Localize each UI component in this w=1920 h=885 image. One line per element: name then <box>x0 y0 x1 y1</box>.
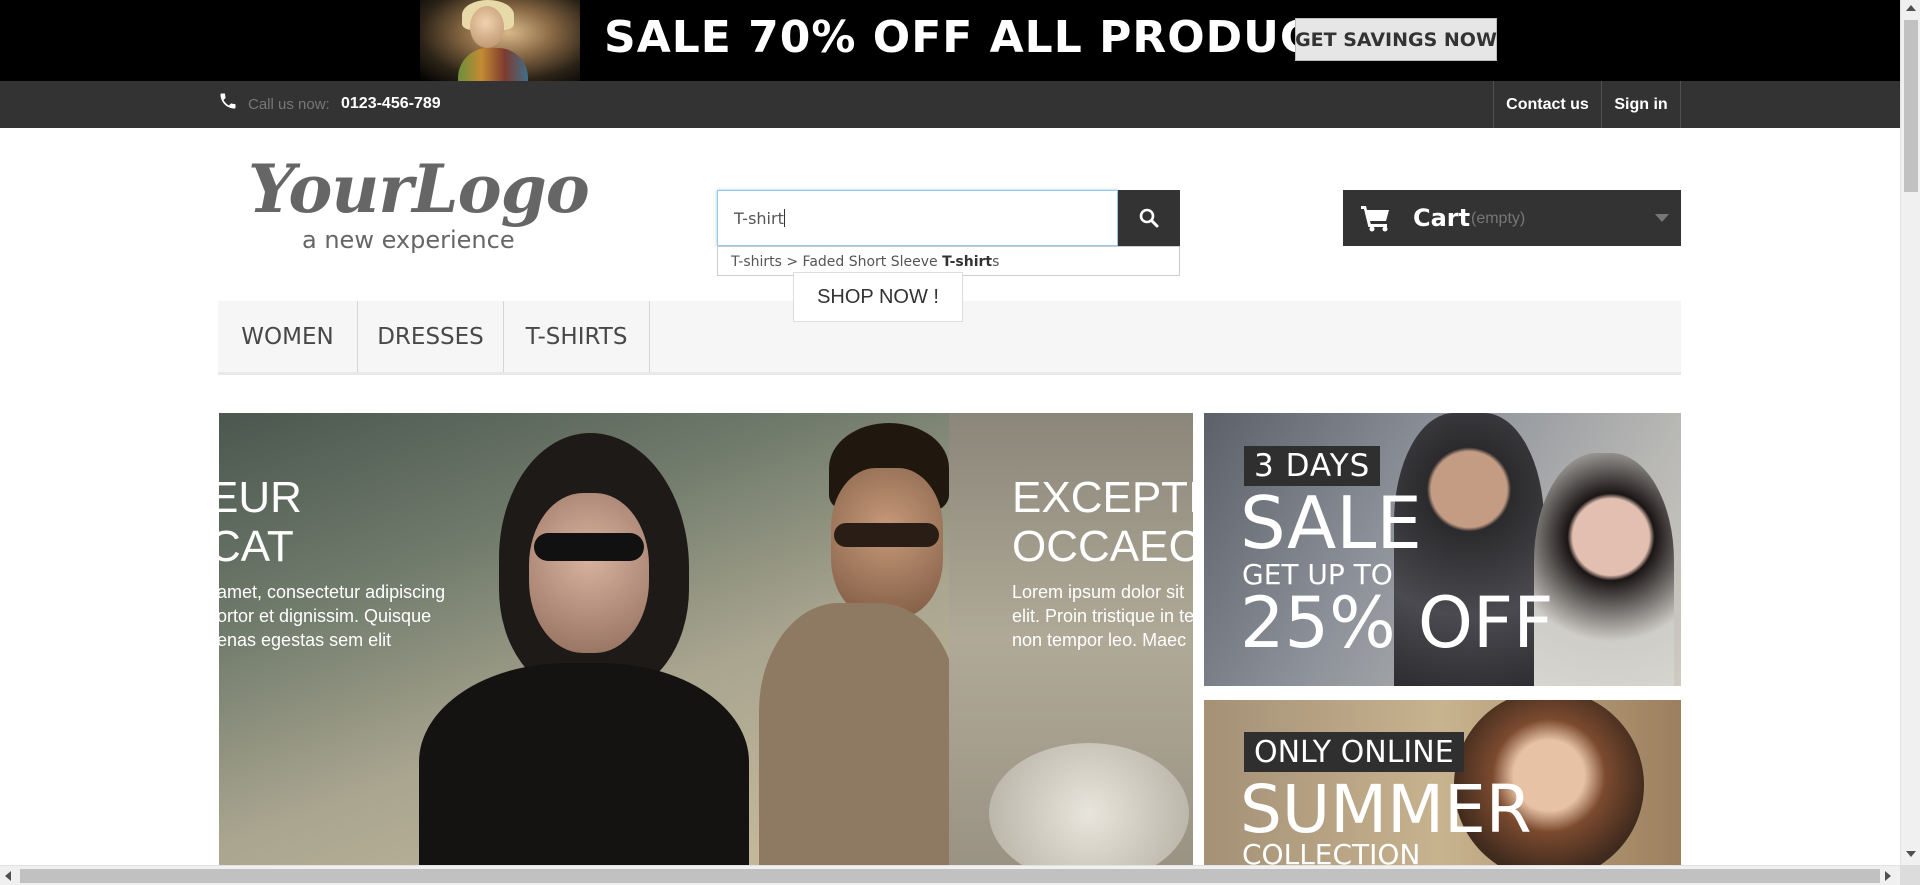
suggestion-suffix: s <box>992 254 1000 270</box>
banner-sale-heading: SALE <box>1240 481 1422 565</box>
call-us-label: Call us now: <box>248 96 330 113</box>
summer-banner[interactable]: ONLY ONLINE SUMMER COLLECTION <box>1204 700 1681 865</box>
shop-now-button[interactable]: SHOP NOW ! <box>793 272 963 322</box>
cart-label: Cart <box>1413 204 1471 232</box>
slide-a-text-line-1: amet, consectetur adipiscing <box>219 582 446 602</box>
slide-b-title-line-1: EXCEPTI <box>1012 473 1193 522</box>
slide-a-text: amet, consectetur adipiscing ortor et di… <box>219 580 445 652</box>
search-icon <box>1139 208 1159 228</box>
vertical-scroll-thumb[interactable] <box>1904 20 1918 192</box>
scroll-down-arrow-icon[interactable] <box>1906 851 1916 857</box>
chevron-down-icon <box>1655 214 1669 222</box>
slide-man-jacket <box>759 603 959 865</box>
menu-item-dresses[interactable]: Dresses <box>358 301 504 372</box>
sign-in-link[interactable]: Sign in <box>1601 81 1681 128</box>
slide-image-couple: EUR CAT amet, consectetur adipiscing ort… <box>219 413 959 865</box>
slide-a-text-line-2: ortor et dignissim. Quisque <box>219 606 432 626</box>
search-input[interactable]: T-shirt <box>717 190 1118 246</box>
slide-a-text-line-3: enas egestas sem elit <box>219 630 392 650</box>
slide-woman-sunglasses <box>534 533 644 561</box>
scroll-left-arrow-icon[interactable] <box>5 871 11 881</box>
logo-wordmark: YourLogo <box>248 150 590 228</box>
banner-days-tag: 3 DAYS <box>1244 446 1381 486</box>
phone-number: 0123-456-789 <box>341 95 441 112</box>
menu-item-women[interactable]: Women <box>218 301 358 372</box>
scroll-up-arrow-icon[interactable] <box>1906 5 1916 11</box>
suggestion-match: T-shirt <box>942 254 993 270</box>
site-logo[interactable]: YourLogo a new experience <box>248 150 608 260</box>
slide-woman-face <box>529 493 649 653</box>
horizontal-scrollbar[interactable] <box>0 865 1900 885</box>
slide-frosted-plant <box>989 743 1189 865</box>
slide-image-frost: EXCEPTI OCCAEC Lorem ipsum dolor sit eli… <box>949 413 1193 865</box>
cart-button[interactable]: Cart (empty) <box>1343 190 1681 246</box>
slide-man-sunglasses <box>834 523 939 547</box>
slide-a-title-line-1: EUR <box>219 473 302 522</box>
cart-icon <box>1361 206 1389 232</box>
slide-b-text: Lorem ipsum dolor sit elit. Proin tristi… <box>1012 580 1193 652</box>
contact-us-link[interactable]: Contact us <box>1493 81 1601 128</box>
slide-a-title-line-2: CAT <box>219 522 294 571</box>
menu-item-tshirts[interactable]: T-shirts <box>504 301 650 372</box>
sale-banner[interactable]: 3 DAYS SALE GET UP TO 25% OFF <box>1204 413 1681 686</box>
text-caret <box>783 209 785 227</box>
homepage-slider[interactable]: EUR CAT amet, consectetur adipiscing ort… <box>219 413 1193 865</box>
slide-b-title-line-2: OCCAEC <box>1012 522 1193 571</box>
scroll-right-arrow-icon[interactable] <box>1885 871 1891 881</box>
promo-model-face <box>470 6 504 48</box>
promo-title: SALE 70% OFF ALL PRODUCTS <box>604 12 1377 63</box>
search-button[interactable] <box>1118 190 1180 246</box>
slide-b-text-line-1: Lorem ipsum dolor sit <box>1012 582 1185 602</box>
banner-discount-amount: 25% OFF <box>1240 582 1554 664</box>
page: SALE 70% OFF ALL PRODUCTS GET SAVINGS NO… <box>0 0 1920 885</box>
banner-summer-heading: SUMMER <box>1240 771 1532 848</box>
slide-b-text-line-3: non tempor leo. Maec <box>1012 630 1187 650</box>
banner-collection-subheading: COLLECTION <box>1242 838 1421 865</box>
suggestion-prefix: T-shirts > Faded Short Sleeve <box>731 254 943 270</box>
banner-woman-image <box>1534 453 1674 686</box>
slide-b-title: EXCEPTI OCCAEC <box>1012 473 1193 571</box>
top-nav-bar: Call us now: 0123-456-789 Contact us Sig… <box>0 81 1900 128</box>
phone-icon <box>220 93 236 109</box>
promo-banner[interactable]: SALE 70% OFF ALL PRODUCTS GET SAVINGS NO… <box>0 0 1900 81</box>
slide-b-text-line-2: elit. Proin tristique in te <box>1012 606 1193 626</box>
get-savings-button[interactable]: GET SAVINGS NOW <box>1295 18 1497 61</box>
cart-status: (empty) <box>1471 210 1526 227</box>
scrollbar-corner <box>1900 865 1920 885</box>
vertical-scrollbar[interactable] <box>1900 0 1920 865</box>
banner-online-tag: ONLY ONLINE <box>1244 732 1464 772</box>
search-input-value: T-shirt <box>734 209 785 228</box>
horizontal-scroll-thumb[interactable] <box>20 869 1880 883</box>
slide-a-title: EUR CAT <box>219 473 302 571</box>
slide-woman-jacket <box>419 663 749 865</box>
logo-tagline: a new experience <box>302 226 515 254</box>
